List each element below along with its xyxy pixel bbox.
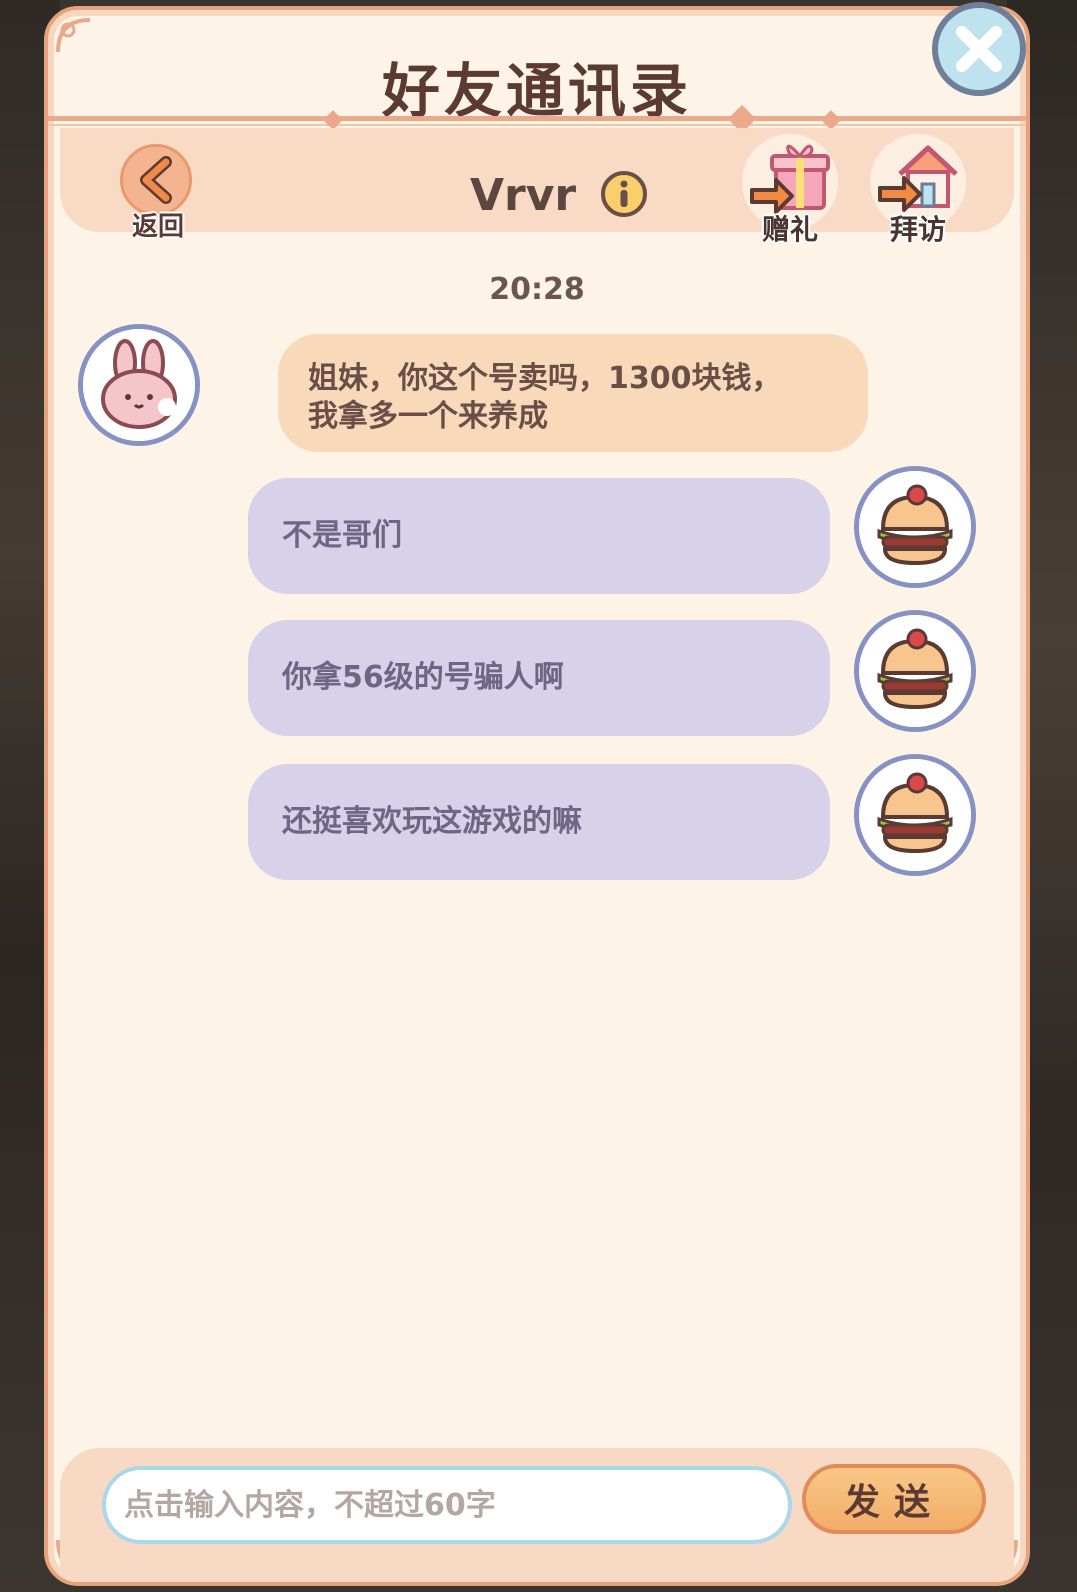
outgoing-message-bubble: 还挺喜欢玩这游戏的嘛	[248, 764, 830, 880]
info-icon[interactable]	[600, 170, 648, 218]
back-arrow-icon	[140, 156, 172, 204]
outgoing-message-bubble: 你拿56级的号骗人啊	[248, 620, 830, 736]
close-button[interactable]	[932, 2, 1026, 96]
incoming-message-bubble: 姐妹，你这个号卖吗，1300块钱， 我拿多一个来养成	[278, 334, 868, 452]
my-avatar[interactable]	[854, 466, 976, 588]
friend-avatar[interactable]	[78, 324, 200, 446]
friend-contacts-panel: 好友通讯录 返回 Vrvr 赠礼 拜访 20:28 姐妹，你这个号卖吗，1300…	[44, 6, 1030, 1586]
chat-timestamp: 20:28	[489, 272, 585, 307]
message-composer: 发送	[60, 1448, 1014, 1582]
burger-avatar-icon	[859, 759, 971, 871]
visit-button-label: 拜访	[889, 213, 946, 246]
burger-avatar-icon	[859, 471, 971, 583]
gift-button[interactable]: 赠礼	[738, 134, 842, 246]
friend-name: Vrvr	[470, 170, 577, 221]
my-avatar[interactable]	[854, 610, 976, 732]
message-text: 不是哥们	[282, 518, 402, 553]
bunny-avatar-icon	[83, 329, 195, 441]
title-divider	[48, 116, 1026, 121]
close-icon	[956, 26, 1002, 72]
title-band: 好友通讯录	[60, 20, 1014, 125]
message-text: 你拿56级的号骗人啊	[282, 660, 564, 695]
send-button[interactable]: 发送	[802, 1464, 986, 1534]
back-button-label: 返回	[131, 212, 184, 242]
my-avatar[interactable]	[854, 754, 976, 876]
burger-avatar-icon	[859, 615, 971, 727]
message-text: 还挺喜欢玩这游戏的嘛	[282, 804, 582, 839]
house-icon	[878, 145, 958, 212]
message-line: 姐妹，你这个号卖吗，1300块钱，	[308, 361, 782, 396]
message-line: 我拿多一个来养成	[308, 399, 548, 434]
visit-button[interactable]: 拜访	[866, 134, 970, 246]
gift-button-label: 赠礼	[761, 213, 818, 246]
message-input[interactable]	[102, 1466, 792, 1544]
gift-icon	[750, 144, 830, 214]
chat-header: 返回 Vrvr 赠礼 拜访	[60, 128, 1014, 246]
back-button[interactable]: 返回	[118, 144, 198, 244]
title-divider-inner	[48, 124, 1026, 126]
outgoing-message-bubble: 不是哥们	[248, 478, 830, 594]
